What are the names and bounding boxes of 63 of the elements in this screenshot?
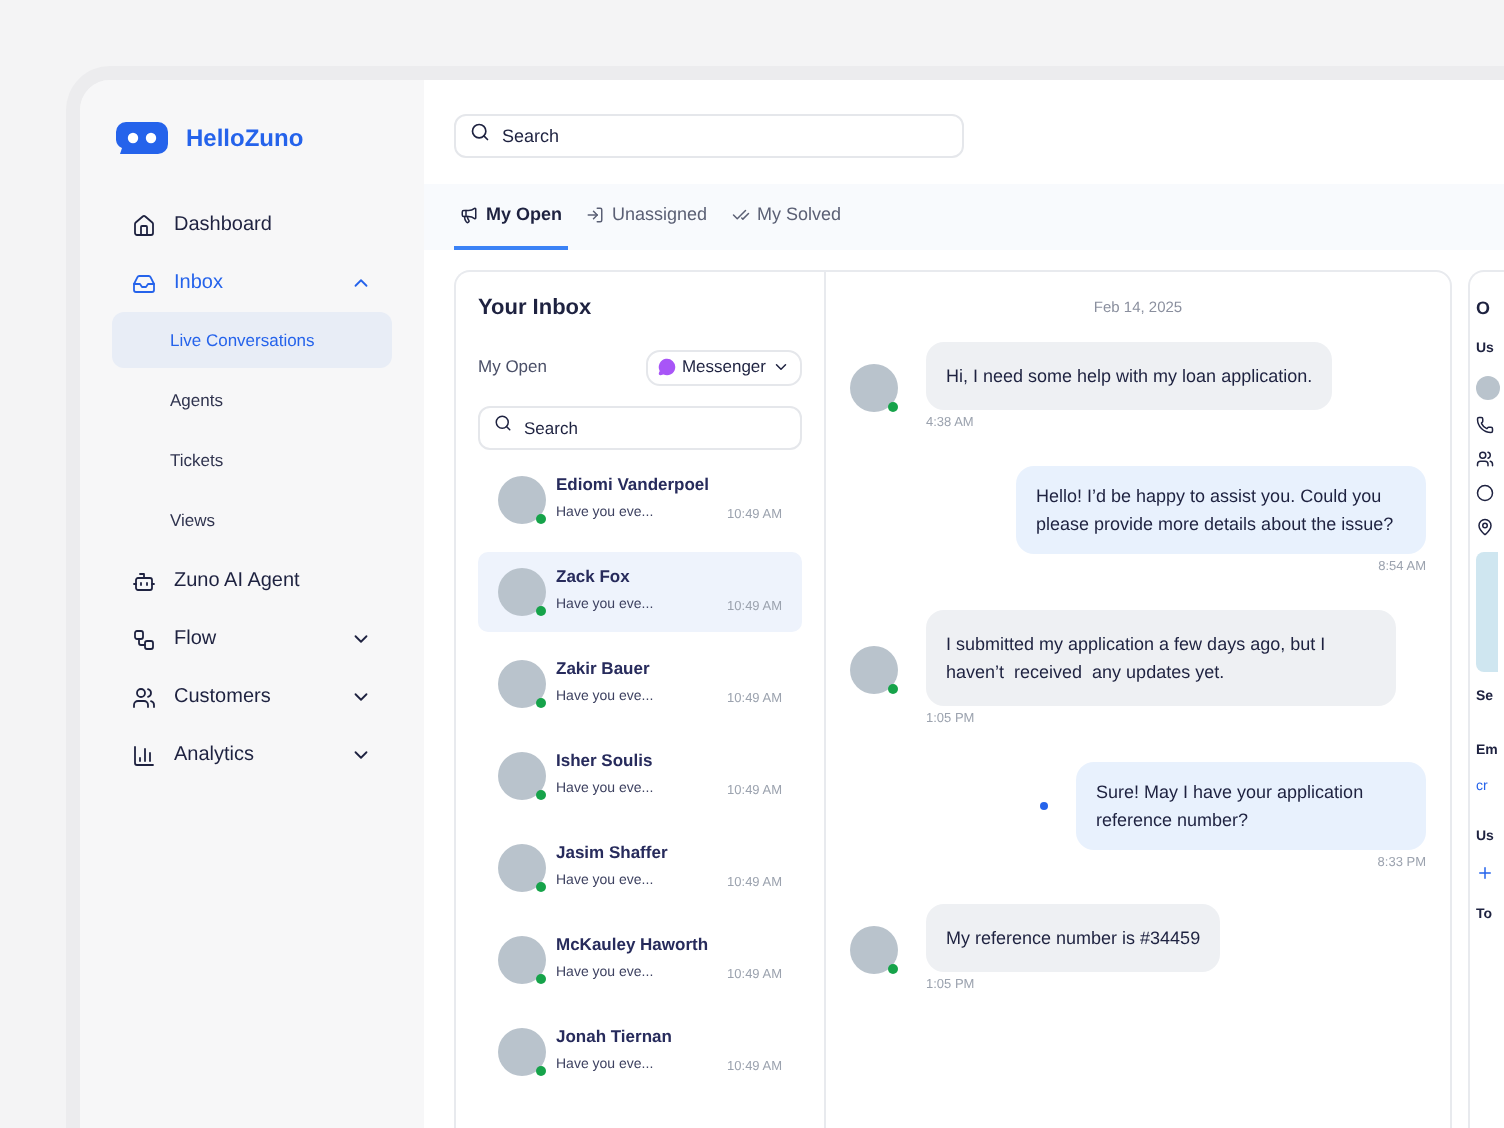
chevron-down-icon bbox=[772, 358, 790, 376]
avatar bbox=[850, 645, 898, 694]
filter-label: My Open bbox=[478, 354, 547, 380]
plus-icon bbox=[1476, 864, 1494, 882]
robot-icon bbox=[132, 569, 156, 593]
avatar bbox=[850, 926, 898, 975]
sidebar-item[interactable]: Zuno AI Agent bbox=[112, 556, 392, 606]
channel-dropdown[interactable]: Messenger bbox=[645, 349, 802, 385]
avatar bbox=[498, 935, 546, 983]
sidebar-item[interactable]: Inbox bbox=[112, 258, 392, 308]
brand-name: HelloZuno bbox=[186, 122, 304, 156]
search-field[interactable]: Search bbox=[454, 114, 964, 158]
sidebar-subitem[interactable]: Tickets bbox=[112, 432, 392, 488]
contact-name: Jasim Shaffer bbox=[556, 840, 670, 867]
inbox-tray-icon bbox=[132, 271, 156, 295]
avatar bbox=[1476, 376, 1500, 400]
sidebar-item[interactable]: Customers bbox=[112, 672, 392, 722]
sidebar-subitem[interactable]: Live Conversations bbox=[112, 312, 392, 368]
bar-chart-icon bbox=[132, 743, 156, 767]
people-icon bbox=[132, 685, 156, 709]
map-pin-icon bbox=[1476, 518, 1494, 536]
double-check-icon bbox=[731, 206, 750, 224]
inbox-search-field[interactable]: Search bbox=[478, 405, 802, 449]
avatar bbox=[498, 659, 546, 707]
tab[interactable]: My Solved bbox=[725, 184, 848, 250]
sidebar-item[interactable]: Analytics bbox=[112, 730, 392, 780]
circle-icon bbox=[1476, 484, 1494, 502]
contact-name: Ediomi Vanderpoel bbox=[556, 472, 712, 499]
tab[interactable]: Unassigned bbox=[580, 184, 714, 250]
message-bubble: Hi, I need some help with my loan application. bbox=[926, 342, 1333, 411]
message-bubble: My reference number is #34459 bbox=[926, 904, 1221, 973]
avatar bbox=[498, 751, 546, 799]
house-icon bbox=[132, 213, 156, 237]
sidebar-subitem[interactable]: Agents bbox=[112, 372, 392, 428]
sidebar-subitem[interactable]: Views bbox=[112, 492, 392, 548]
contact-name: Zakir Bauer bbox=[556, 656, 652, 683]
avatar bbox=[498, 1027, 546, 1075]
contact-name: Jonah Tiernan bbox=[556, 1024, 674, 1051]
chat-bubble-icon bbox=[657, 358, 676, 376]
people-icon bbox=[1476, 450, 1494, 468]
flow-nodes-icon bbox=[132, 627, 156, 651]
sidebar-item[interactable]: Dashboard bbox=[112, 200, 392, 250]
tab[interactable]: My Open bbox=[454, 184, 569, 250]
map-placeholder bbox=[1476, 552, 1498, 672]
contact-name: Isher Soulis bbox=[556, 748, 655, 775]
megaphone-icon bbox=[460, 206, 478, 224]
message-bubble: I submitted my application a few days ago, but I haven’t received any updates yet. bbox=[926, 609, 1396, 706]
avatar bbox=[498, 475, 546, 523]
sign-in-icon bbox=[586, 206, 605, 224]
sidebar-item[interactable]: Flow bbox=[112, 614, 392, 664]
inbox-title: Your Inbox bbox=[478, 294, 594, 324]
message-bubble: Hello! I’d be happy to assist you. Could you please provide more details about the issue? bbox=[1016, 466, 1426, 554]
avatar bbox=[498, 567, 546, 615]
contact-name: Zack Fox bbox=[556, 564, 632, 591]
search-icon bbox=[470, 122, 490, 142]
contact-name: McKauley Haworth bbox=[556, 932, 711, 959]
avatar bbox=[850, 364, 898, 413]
message-bubble: Sure! May I have your application reference number? bbox=[1076, 761, 1426, 849]
avatar bbox=[498, 843, 546, 891]
search-icon bbox=[494, 414, 512, 432]
robot-logo-icon bbox=[114, 120, 170, 156]
panel-title: O bbox=[1476, 296, 1493, 322]
phone-icon bbox=[1476, 416, 1494, 434]
